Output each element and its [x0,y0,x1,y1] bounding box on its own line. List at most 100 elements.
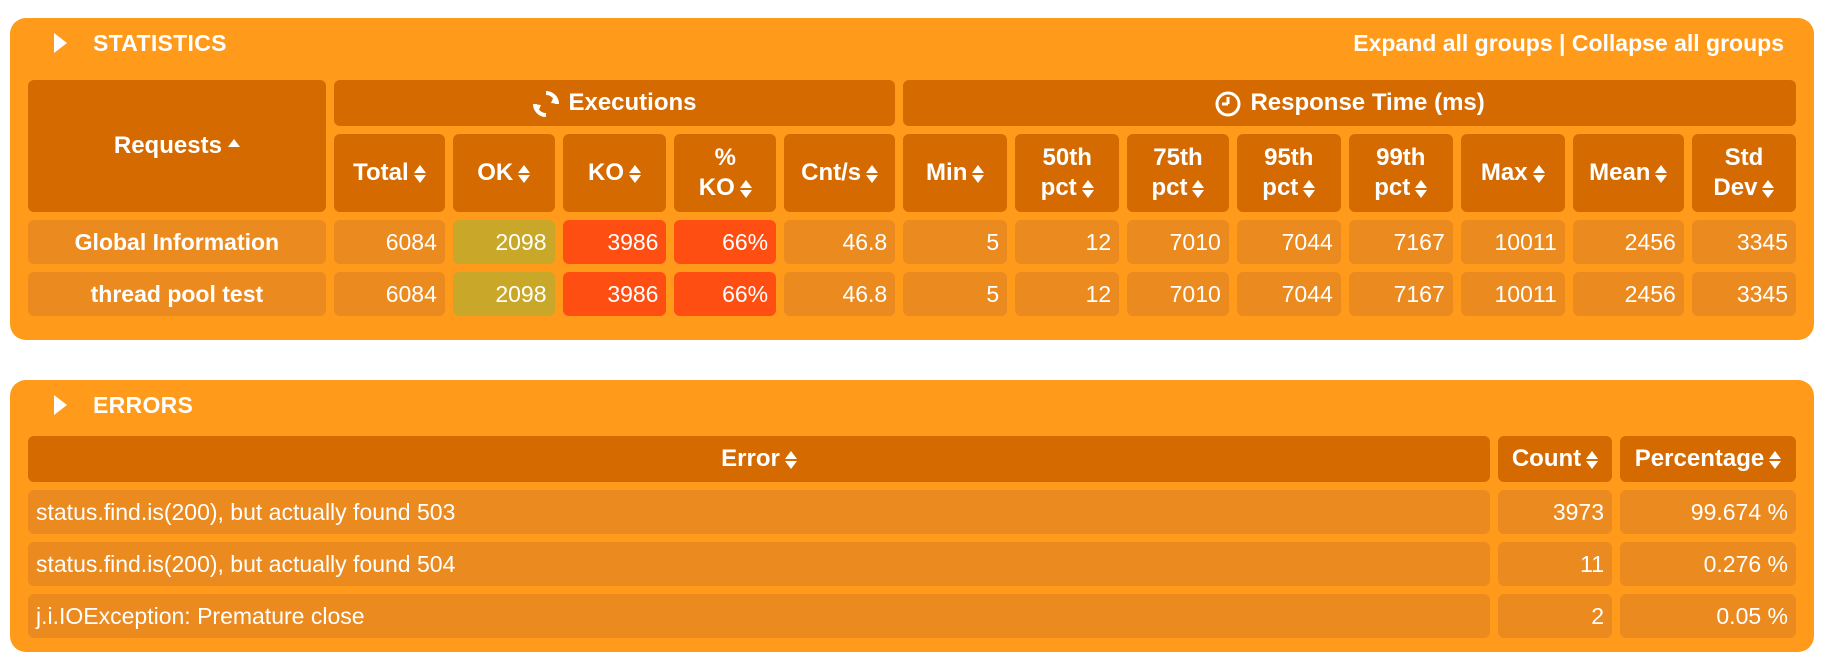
column-75th-pct[interactable]: 75th pct [1127,134,1229,212]
sort-icon [739,179,752,199]
column-max[interactable]: Max [1460,134,1565,212]
std-dev-cell: 3345 [1691,272,1796,316]
error-percentage: 0.276 % [1620,542,1796,586]
sort-icon [1192,179,1205,199]
p75-header-line2: pct [1151,174,1188,201]
column-ko-percent[interactable]: % KO [674,134,777,212]
sort-icon [628,164,641,184]
column-total[interactable]: Total [333,134,445,212]
p95-header-line2: pct [1262,174,1299,201]
p95-header-line1: 95th [1264,144,1314,171]
std-dev-cell: 3345 [1691,220,1796,264]
errors-table: Error Count Percentage status.find.is(20… [20,428,1804,646]
mean-header-label: Mean [1589,159,1651,186]
p50-header-line1: 50th [1042,144,1092,171]
min-cell: 5 [903,272,1008,316]
min-header-label: Min [926,159,968,186]
column-99th-pct[interactable]: 99th pct [1348,134,1453,212]
max-header-label: Max [1480,159,1528,186]
mean-cell: 2456 [1572,272,1684,316]
ko-percent-header-line2: KO [698,174,735,201]
response-time-group-header: Response Time (ms) [903,80,1796,126]
ko-cell: 3986 [562,220,667,264]
max-cell: 10011 [1460,272,1565,316]
sort-icon [413,164,426,184]
error-percentage: 99.674 % [1620,490,1796,534]
max-cell: 10011 [1460,220,1565,264]
error-row: status.find.is(200), but actually found … [28,542,1796,586]
sort-ascending-icon [227,138,240,147]
column-std-dev[interactable]: Std Dev [1691,134,1796,212]
column-error[interactable]: Error [28,436,1490,482]
cnt-per-s-cell: 46.8 [784,272,896,316]
p99-header-line2: pct [1374,174,1411,201]
sort-icon [1762,179,1775,199]
report-page: STATISTICS Expand all groups | Collapse … [0,0,1824,662]
expand-all-groups-link[interactable]: Expand all groups [1353,30,1552,56]
column-95th-pct[interactable]: 95th pct [1236,134,1341,212]
request-name[interactable]: Global Information [28,220,326,264]
error-message: status.find.is(200), but actually found … [28,490,1490,534]
executions-group-header: Executions [333,80,896,126]
p99-header-line1: 99th [1376,144,1426,171]
column-ok[interactable]: OK [452,134,555,212]
error-count: 11 [1498,542,1612,586]
column-ko[interactable]: KO [562,134,667,212]
ok-cell: 2098 [452,272,555,316]
column-requests[interactable]: Requests [28,80,326,212]
executions-header-label: Executions [568,89,697,116]
sort-icon [1415,179,1428,199]
mean-cell: 2456 [1572,220,1684,264]
error-header-label: Error [721,445,780,472]
caret-right-icon[interactable] [54,395,67,415]
statistics-table: Requests Executions Response Time (ms) T… [20,72,1804,324]
error-message: status.find.is(200), but actually found … [28,542,1490,586]
errors-toggle[interactable]: ERRORS [40,390,193,420]
caret-right-icon[interactable] [54,33,67,53]
sort-icon [518,164,531,184]
errors-title: ERRORS [93,391,194,418]
count-header-label: Count [1511,445,1582,472]
sort-icon [1586,450,1599,470]
column-percentage[interactable]: Percentage [1620,436,1796,482]
statistics-toggle[interactable]: STATISTICS [40,28,227,58]
ko-header-label: KO [587,159,624,186]
std-header-line2: Dev [1713,174,1758,201]
p95-cell: 7044 [1236,272,1341,316]
link-separator: | [1559,30,1566,56]
sort-icon [866,164,879,184]
cnt-header-label: Cnt/s [801,159,862,186]
requests-header-label: Requests [113,132,222,159]
sort-icon [784,450,797,470]
total-cell: 6084 [333,220,445,264]
request-name[interactable]: thread pool test [28,272,326,316]
ok-cell: 2098 [452,220,555,264]
refresh-icon [533,90,560,117]
collapse-all-groups-link[interactable]: Collapse all groups [1572,30,1784,56]
ko-percent-cell: 66% [674,272,777,316]
sort-icon [1081,179,1094,199]
column-mean[interactable]: Mean [1572,134,1684,212]
error-row: j.i.IOException: Premature close 2 0.05 … [28,594,1796,638]
column-count[interactable]: Count [1498,436,1612,482]
group-links: Expand all groups | Collapse all groups [1353,28,1784,58]
sort-icon [1303,179,1316,199]
cnt-per-s-cell: 46.8 [784,220,896,264]
error-count: 2 [1498,594,1612,638]
column-min[interactable]: Min [903,134,1008,212]
p75-cell: 7010 [1127,272,1229,316]
statistics-panel: STATISTICS Expand all groups | Collapse … [10,18,1814,340]
column-cnt-per-s[interactable]: Cnt/s [784,134,896,212]
clock-icon [1215,91,1241,117]
error-message: j.i.IOException: Premature close [28,594,1490,638]
p50-cell: 12 [1015,272,1120,316]
p50-cell: 12 [1015,220,1120,264]
min-cell: 5 [903,220,1008,264]
error-percentage: 0.05 % [1620,594,1796,638]
ok-header-label: OK [477,159,514,186]
ko-cell: 3986 [562,272,667,316]
percentage-header-label: Percentage [1634,445,1765,472]
statistics-title: STATISTICS [93,29,227,56]
stats-row-global-information: Global Information 6084 2098 3986 66% 46… [28,220,1796,264]
column-50th-pct[interactable]: 50th pct [1015,134,1120,212]
